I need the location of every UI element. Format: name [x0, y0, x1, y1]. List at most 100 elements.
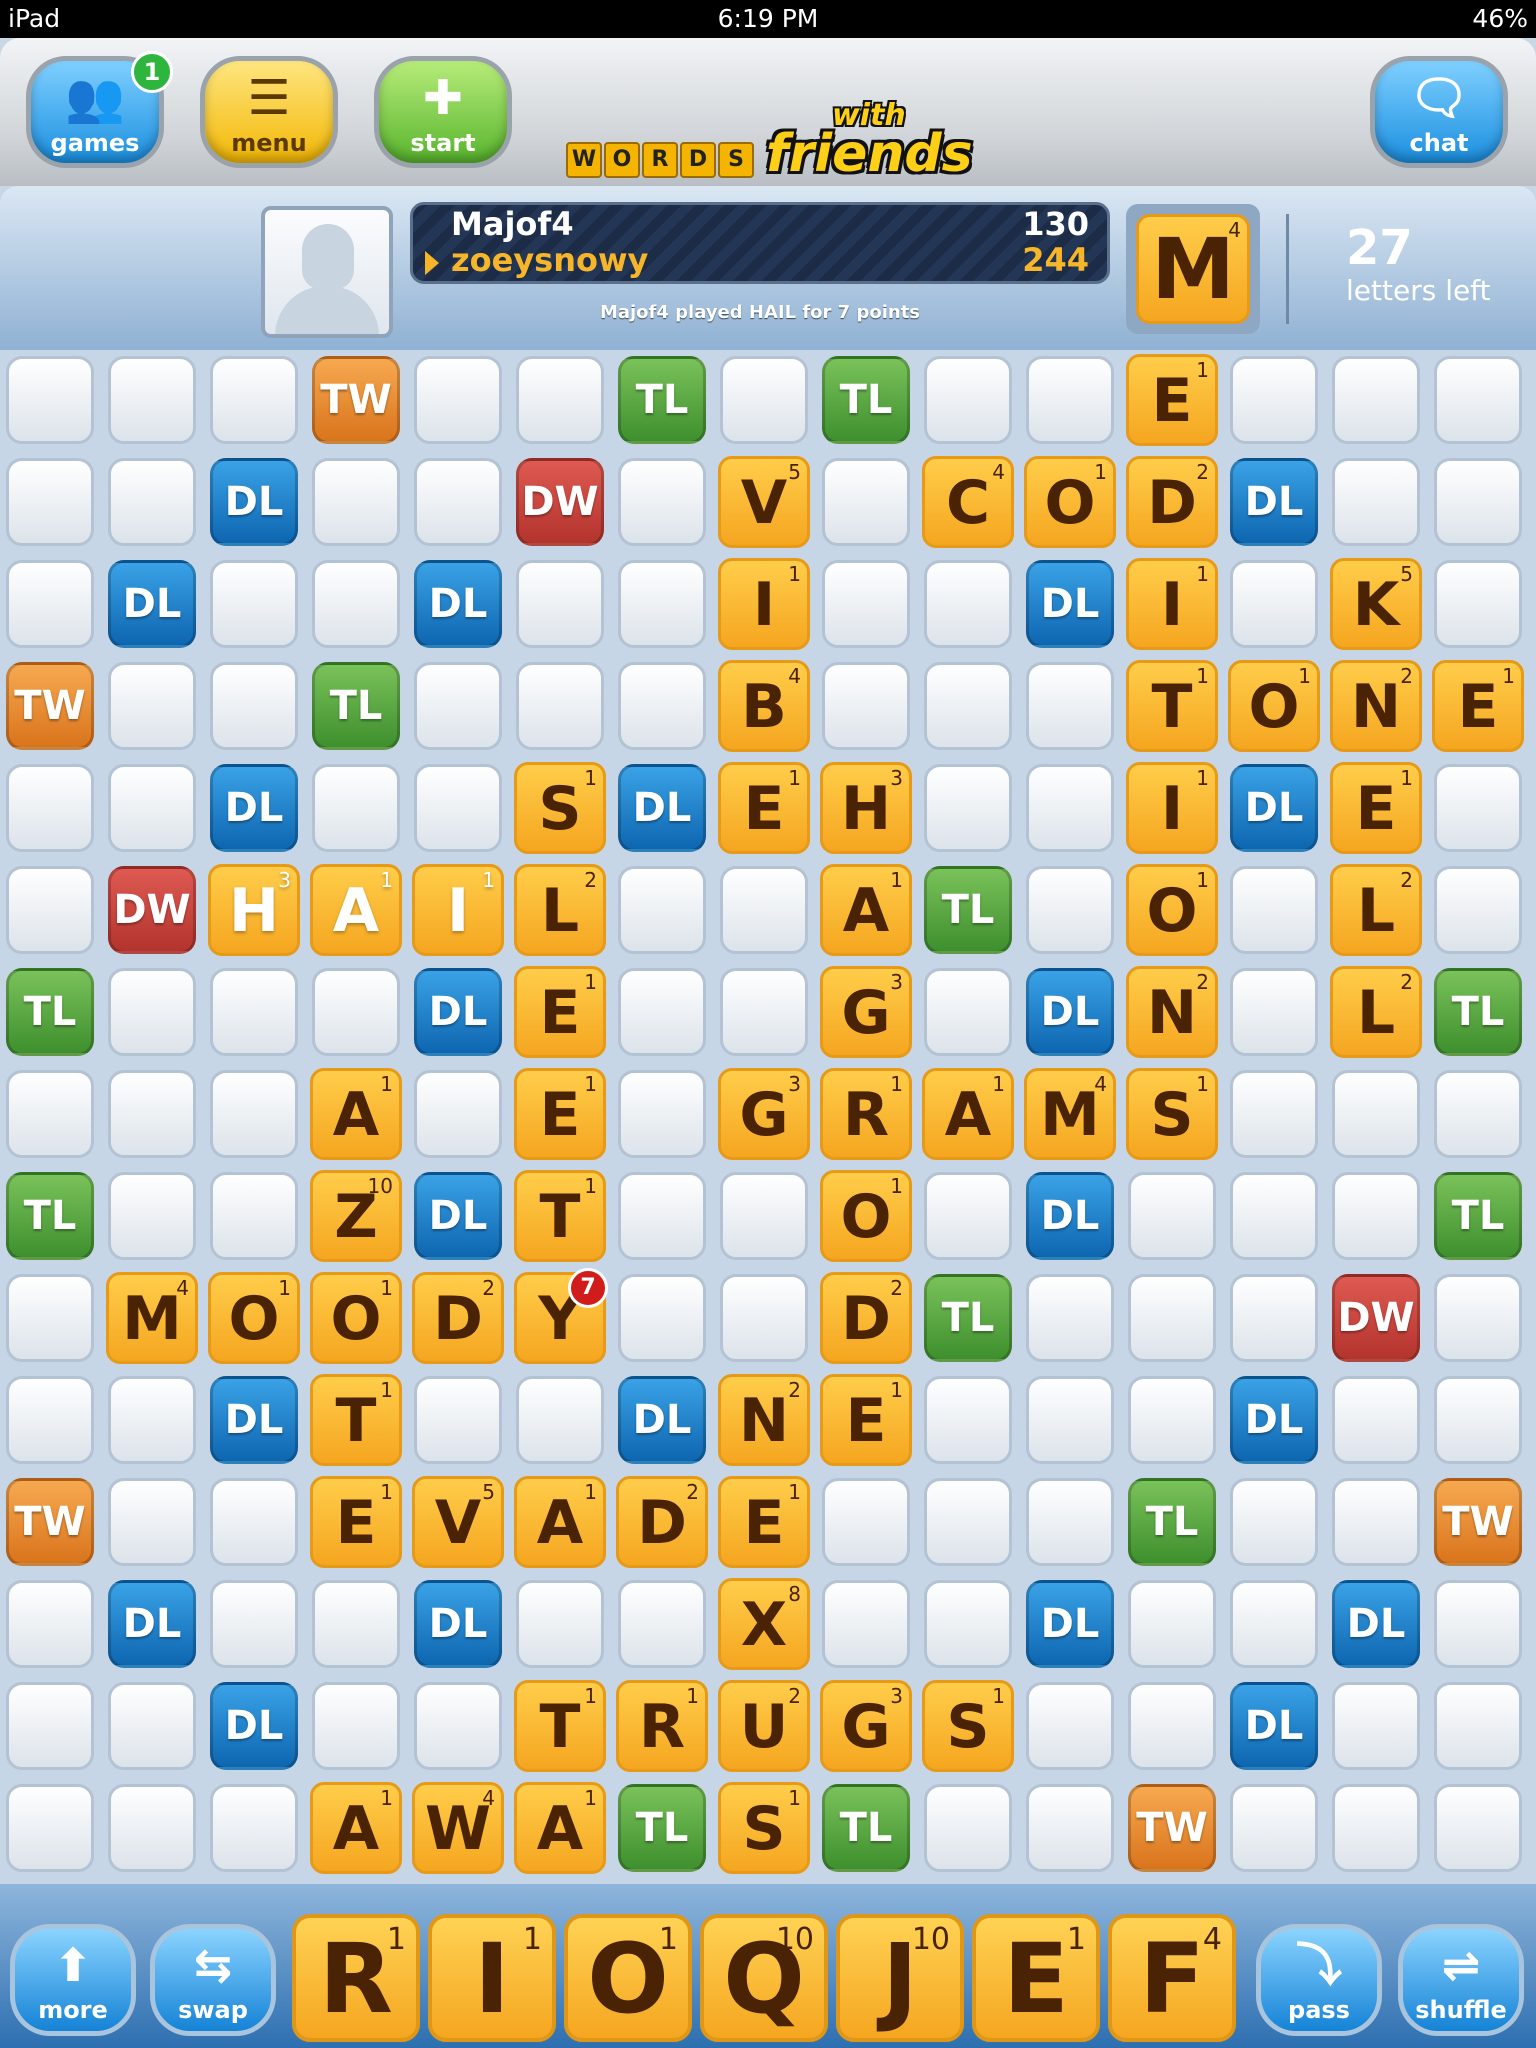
board-cell[interactable]	[312, 458, 400, 546]
board-cell[interactable]	[924, 1580, 1012, 1668]
board-cell[interactable]	[618, 458, 706, 546]
bonus-square-tl[interactable]: TL	[822, 1784, 910, 1872]
games-button[interactable]: 👥 games 1	[26, 51, 173, 168]
bonus-square-dl[interactable]: DL	[414, 1172, 502, 1260]
bonus-square-tw[interactable]: TW	[1128, 1784, 1216, 1872]
opponent-avatar[interactable]	[261, 206, 393, 338]
chat-button[interactable]: 🗨 chat	[1370, 56, 1508, 168]
rack-tile[interactable]: R1	[292, 1914, 420, 2042]
bonus-square-dl[interactable]: DL	[210, 1376, 298, 1464]
board-cell[interactable]	[6, 1784, 94, 1872]
board-cell[interactable]	[1230, 1070, 1318, 1158]
board-cell[interactable]	[1026, 1478, 1114, 1566]
bonus-square-tl[interactable]: TL	[1434, 1172, 1522, 1260]
bonus-square-tl[interactable]: TL	[924, 1274, 1012, 1362]
bonus-square-dl[interactable]: DL	[1230, 458, 1318, 546]
board-cell[interactable]	[924, 1478, 1012, 1566]
board-cell[interactable]	[516, 1376, 604, 1464]
bonus-square-dl[interactable]: DL	[1026, 560, 1114, 648]
board-cell[interactable]	[720, 866, 808, 954]
board-cell[interactable]	[822, 1478, 910, 1566]
board-cell[interactable]	[1128, 1172, 1216, 1260]
board-cell[interactable]	[6, 1274, 94, 1362]
board-cell[interactable]	[6, 1376, 94, 1464]
bonus-square-dl[interactable]: DL	[618, 1376, 706, 1464]
bonus-square-tl[interactable]: TL	[618, 356, 706, 444]
board-cell[interactable]	[1332, 458, 1420, 546]
bonus-square-dl[interactable]: DL	[1332, 1580, 1420, 1668]
board-cell[interactable]	[924, 1172, 1012, 1260]
board-cell[interactable]	[210, 968, 298, 1056]
board-cell[interactable]	[1026, 1682, 1114, 1770]
board-cell[interactable]	[6, 560, 94, 648]
board-cell[interactable]	[822, 1580, 910, 1668]
board-cell[interactable]	[618, 1070, 706, 1158]
board-cell[interactable]	[1434, 560, 1522, 648]
board-cell[interactable]	[924, 356, 1012, 444]
bonus-square-dl[interactable]: DL	[414, 968, 502, 1056]
bonus-square-dl[interactable]: DL	[1026, 1580, 1114, 1668]
board-cell[interactable]	[924, 1376, 1012, 1464]
bonus-square-dl[interactable]: DL	[414, 560, 502, 648]
more-button[interactable]: ⬆ more	[10, 1924, 136, 2036]
board-cell[interactable]	[822, 458, 910, 546]
bonus-square-tl[interactable]: TL	[6, 968, 94, 1056]
pass-button[interactable]: ⤵ pass	[1256, 1924, 1382, 2036]
board-cell[interactable]	[1230, 968, 1318, 1056]
board-cell[interactable]	[108, 458, 196, 546]
board-cell[interactable]	[108, 662, 196, 750]
board-cell[interactable]	[210, 1172, 298, 1260]
board-cell[interactable]	[414, 764, 502, 852]
rack-tile[interactable]: F4	[1108, 1914, 1236, 2042]
board-cell[interactable]	[1230, 560, 1318, 648]
rack-tile[interactable]: J 10	[836, 1914, 964, 2042]
menu-button[interactable]: ☰ menu	[200, 56, 338, 168]
board-cell[interactable]	[1128, 1274, 1216, 1362]
board-cell[interactable]	[618, 866, 706, 954]
board-cell[interactable]	[108, 1172, 196, 1260]
board-cell[interactable]	[414, 662, 502, 750]
board-cell[interactable]	[1434, 356, 1522, 444]
board-cell[interactable]	[1026, 1784, 1114, 1872]
board-cell[interactable]	[312, 764, 400, 852]
bonus-square-dl[interactable]: DL	[1026, 968, 1114, 1056]
board-cell[interactable]	[6, 1682, 94, 1770]
board-cell[interactable]	[924, 968, 1012, 1056]
board-cell[interactable]	[210, 560, 298, 648]
board-cell[interactable]	[108, 1682, 196, 1770]
bonus-square-dl[interactable]: DL	[210, 458, 298, 546]
board-cell[interactable]	[1332, 1478, 1420, 1566]
board-cell[interactable]	[1332, 1172, 1420, 1260]
bonus-square-tw[interactable]: TW	[6, 1478, 94, 1566]
board-cell[interactable]	[1434, 764, 1522, 852]
board-cell[interactable]	[1230, 1580, 1318, 1668]
bonus-square-tl[interactable]: TL	[822, 356, 910, 444]
board-cell[interactable]	[210, 356, 298, 444]
board-cell[interactable]	[720, 1274, 808, 1362]
rack-tile[interactable]: O1	[564, 1914, 692, 2042]
board-cell[interactable]	[312, 560, 400, 648]
bonus-square-tl[interactable]: TL	[312, 662, 400, 750]
board-cell[interactable]	[1128, 1376, 1216, 1464]
bonus-square-tw[interactable]: TW	[312, 356, 400, 444]
rack-tile[interactable]: Q 10	[700, 1914, 828, 2042]
board-cell[interactable]	[6, 458, 94, 546]
board-cell[interactable]	[6, 1070, 94, 1158]
board-cell[interactable]	[312, 1682, 400, 1770]
bonus-square-tl[interactable]: TL	[924, 866, 1012, 954]
board-cell[interactable]	[312, 968, 400, 1056]
board-cell[interactable]	[924, 662, 1012, 750]
board-cell[interactable]	[210, 1070, 298, 1158]
board-cell[interactable]	[414, 1376, 502, 1464]
board-cell[interactable]	[210, 1580, 298, 1668]
board-cell[interactable]	[1434, 866, 1522, 954]
rack-tile[interactable]: E1	[972, 1914, 1100, 2042]
board-cell[interactable]	[618, 1274, 706, 1362]
board-cell[interactable]	[1230, 1172, 1318, 1260]
board-cell[interactable]	[210, 662, 298, 750]
bonus-square-dw[interactable]: DW	[1332, 1274, 1420, 1362]
board-cell[interactable]	[1026, 356, 1114, 444]
bonus-square-dl[interactable]: DL	[414, 1580, 502, 1668]
board-cell[interactable]	[1434, 458, 1522, 546]
board-cell[interactable]	[414, 1682, 502, 1770]
